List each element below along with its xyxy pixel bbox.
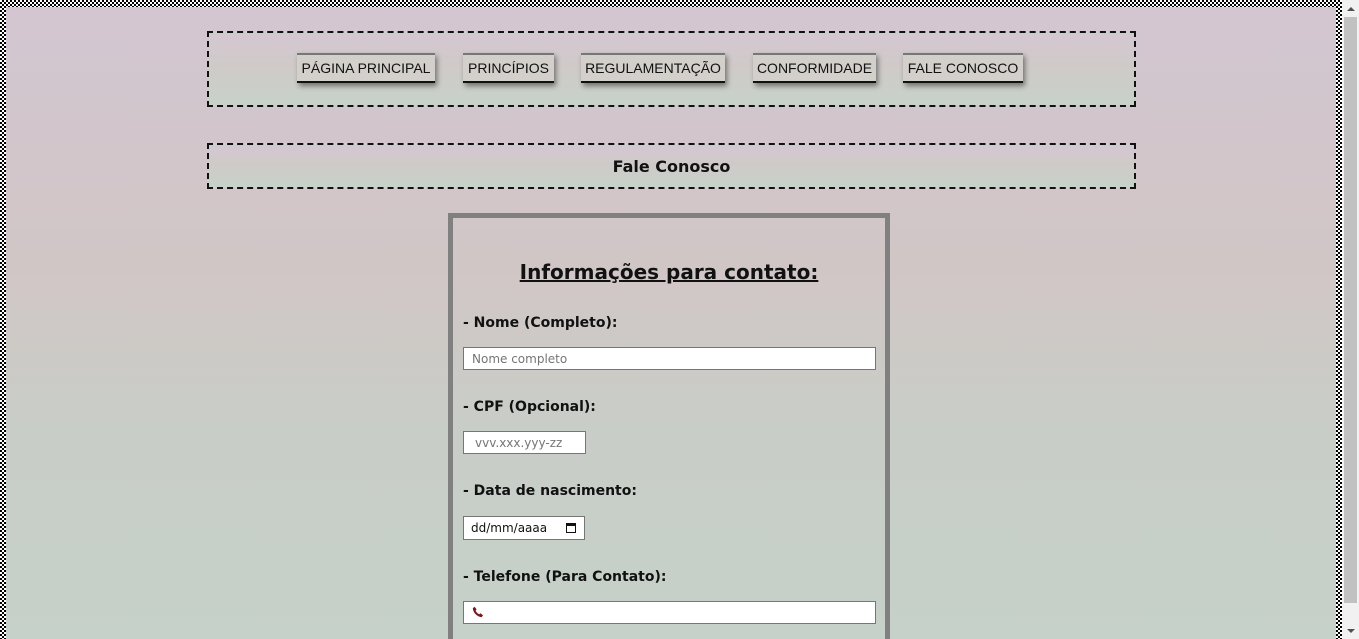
- cpf-input[interactable]: [463, 431, 586, 454]
- birth-date-label: - Data de nascimento:: [463, 483, 637, 499]
- scroll-up-arrow-icon[interactable]: [1342, 0, 1359, 17]
- checkered-border-top: [0, 0, 1342, 7]
- phone-icon: [472, 606, 484, 618]
- nav-button-principios[interactable]: PRINCÍPIOS: [463, 53, 554, 83]
- page-viewport: PÁGINA PRINCIPAL PRINCÍPIOS REGULAMENTAÇ…: [0, 0, 1342, 639]
- contact-form: Informações para contato: - Nome (Comple…: [448, 213, 890, 639]
- phone-label: - Telefone (Para Contato):: [463, 569, 667, 585]
- nav-button-conformidade[interactable]: CONFORMIDADE: [753, 53, 876, 83]
- nav-button-regulamentacao[interactable]: REGULAMENTAÇÃO: [581, 53, 725, 83]
- birth-date-input[interactable]: dd/mm/aaaa: [463, 516, 585, 540]
- main-navigation: PÁGINA PRINCIPAL PRINCÍPIOS REGULAMENTAÇ…: [207, 31, 1136, 107]
- phone-input[interactable]: [463, 601, 876, 624]
- vertical-scrollbar[interactable]: [1342, 0, 1359, 639]
- cpf-label: - CPF (Opcional):: [463, 399, 596, 415]
- date-format-text: dd/mm/aaaa: [471, 521, 548, 535]
- nav-button-pagina-principal[interactable]: PÁGINA PRINCIPAL: [297, 53, 435, 83]
- page-title: Fale Conosco: [207, 143, 1136, 189]
- scrollbar-thumb[interactable]: [1344, 17, 1357, 603]
- calendar-icon[interactable]: [566, 523, 576, 533]
- name-input[interactable]: [463, 347, 876, 370]
- nav-button-fale-conosco[interactable]: FALE CONOSCO: [903, 53, 1023, 83]
- form-heading: Informações para contato:: [519, 260, 819, 284]
- name-label: - Nome (Completo):: [463, 315, 618, 331]
- scroll-down-arrow-icon[interactable]: [1342, 622, 1359, 639]
- checkered-border-left: [0, 0, 6, 639]
- phone-field: [463, 601, 876, 624]
